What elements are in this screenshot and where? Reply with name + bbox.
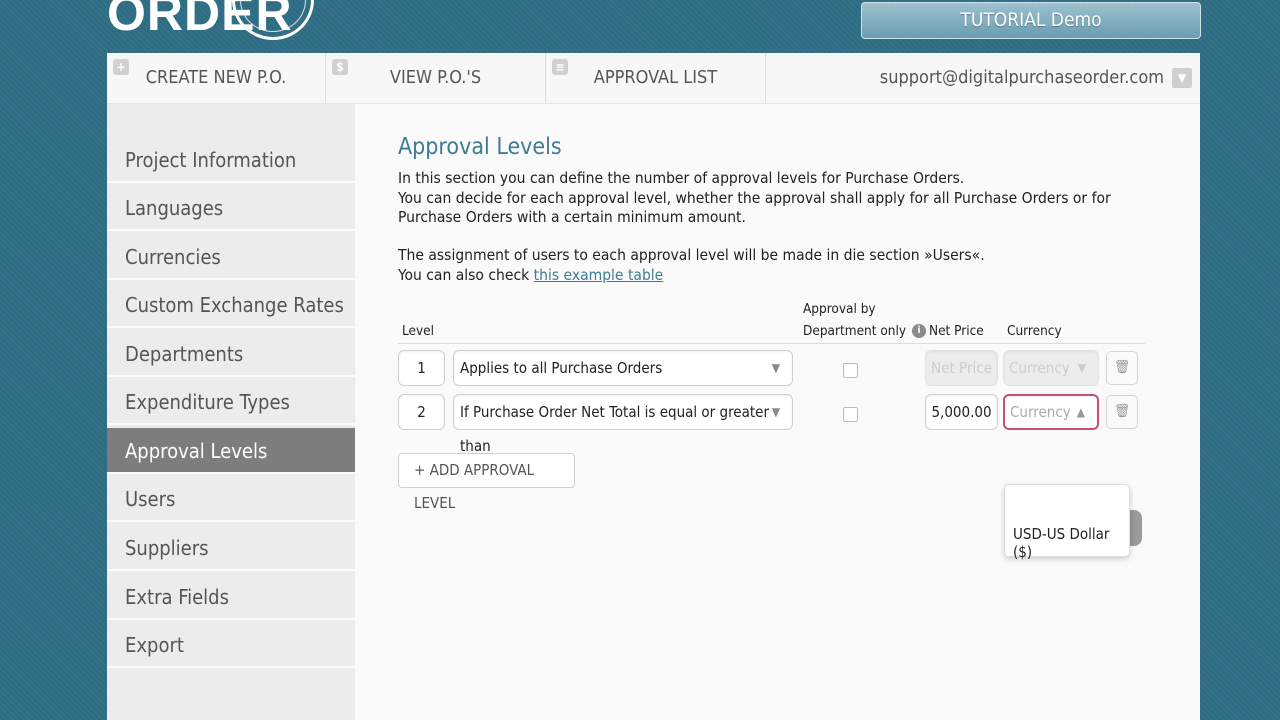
page-title: Approval Levels [398, 134, 562, 160]
level-2-dept-only-checkbox[interactable] [843, 407, 858, 422]
intro-line-1: In this section you can define the numbe… [398, 169, 965, 187]
level-1-dept-only-checkbox[interactable] [843, 363, 858, 378]
nav-create-new-po-label: CREATE NEW P.O. [145, 67, 287, 88]
level-2-currency-select[interactable]: Currency ▲ [1003, 394, 1099, 430]
sidebar-item-expenditure-types[interactable]: Expenditure Types [107, 379, 355, 425]
sidebar-item-extra-fields[interactable]: Extra Fields [107, 574, 355, 620]
level-2-currency-placeholder: Currency [1010, 403, 1071, 421]
level-2-net-price-input[interactable]: 5,000.00 [925, 394, 998, 430]
intro-line-2: You can decide for each approval level, … [398, 188, 1111, 227]
example-table-link[interactable]: this example table [534, 266, 664, 284]
add-approval-level-button[interactable]: + ADD APPROVAL LEVEL [398, 453, 575, 512]
main-panel: + CREATE NEW P.O. $ VIEW P.O.'S ≡ APPROV… [107, 53, 1200, 720]
chevron-down-icon[interactable]: ▼ [1172, 68, 1192, 88]
chevron-down-icon: ▼ [1077, 361, 1086, 375]
nav-create-new-po[interactable]: + CREATE NEW P.O. [107, 53, 326, 103]
level-2-delete-button[interactable]: 🗑 [1106, 395, 1138, 429]
table-divider [398, 343, 1145, 344]
nav-approval-list-label: APPROVAL LIST [593, 67, 718, 88]
nav-view-pos-label: VIEW P.O.'S [389, 67, 482, 88]
currency-dropdown-list: USD-US Dollar ($) [1004, 484, 1130, 561]
top-nav: + CREATE NEW P.O. $ VIEW P.O.'S ≡ APPROV… [107, 53, 1200, 104]
sidebar-item-suppliers[interactable]: Suppliers [107, 525, 355, 571]
col-header-currency: Currency [1007, 323, 1062, 339]
intro-text: In this section you can define the numbe… [398, 169, 1143, 228]
dropdown-scroll-handle[interactable] [1128, 510, 1142, 546]
level-1-rule-value: Applies to all Purchase Orders [460, 359, 663, 377]
sidebar-item-custom-exchange-rates[interactable]: Custom Exchange Rates [107, 282, 355, 328]
col-header-approval-dept: Department only i [803, 320, 927, 342]
sidebar-item-approval-levels[interactable]: Approval Levels [107, 428, 355, 474]
level-1-currency-placeholder: Currency [1009, 359, 1070, 377]
col-header-approval-line2: Department only [803, 323, 907, 339]
sidebar-item-languages[interactable]: Languages [107, 185, 355, 231]
sidebar-item-project-information[interactable]: Project Information [107, 137, 355, 183]
level-1-delete-button[interactable]: 🗑 [1106, 351, 1138, 385]
level-2-rule-value: If Purchase Order Net Total is equal or … [460, 403, 770, 455]
sidebar-item-currencies[interactable]: Currencies [107, 234, 355, 280]
account-email: support@digitalpurchaseorder.com [879, 67, 1164, 88]
level-1-number: 1 [398, 350, 445, 386]
trash-icon: 🗑 [1113, 360, 1131, 375]
tutorial-demo-button[interactable]: TUTORIAL Demo [861, 2, 1201, 39]
assignment-text: The assignment of users to each approval… [398, 246, 985, 264]
col-header-level: Level [402, 323, 435, 339]
chevron-down-icon: ▼ [771, 405, 780, 419]
currency-option-usd[interactable]: USD-US Dollar ($) [1013, 525, 1129, 561]
level-1-net-price-input[interactable]: Net Price [925, 350, 998, 386]
level-2-number: 2 [398, 394, 445, 430]
level-1-currency-select[interactable]: Currency ▼ [1003, 350, 1099, 386]
settings-sidebar: Project Information Languages Currencies… [107, 104, 355, 720]
nav-approval-list[interactable]: ≡ APPROVAL LIST [546, 53, 766, 103]
nav-view-pos[interactable]: $ VIEW P.O.'S [326, 53, 546, 103]
trash-icon: 🗑 [1113, 404, 1131, 419]
level-2-rule-select[interactable]: If Purchase Order Net Total is equal or … [453, 394, 793, 455]
info-icon[interactable]: i [912, 324, 927, 338]
assignment-text-block: The assignment of users to each approval… [398, 246, 1143, 285]
col-header-net-price: Net Price [929, 323, 984, 339]
sidebar-item-users[interactable]: Users [107, 476, 355, 522]
account-menu[interactable]: support@digitalpurchaseorder.com ▼ [880, 67, 1192, 88]
sidebar-item-export[interactable]: Export [107, 622, 355, 668]
col-header-approval-line1: Approval by [803, 301, 876, 317]
level-1-rule-select[interactable]: Applies to all Purchase Orders ▼ [453, 350, 793, 386]
chevron-down-icon: ▼ [771, 361, 780, 375]
chevron-up-icon: ▲ [1076, 405, 1085, 419]
sidebar-item-departments[interactable]: Departments [107, 331, 355, 377]
check-text: You can also check [398, 265, 534, 284]
